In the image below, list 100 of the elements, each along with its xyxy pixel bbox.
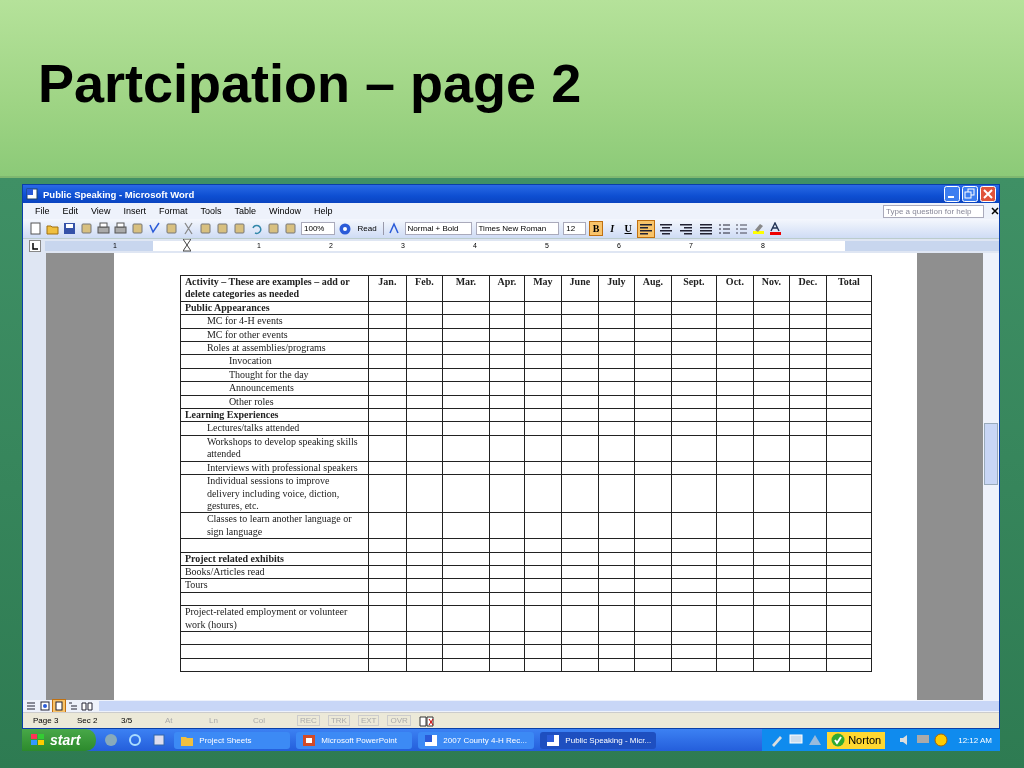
save-icon[interactable]: [63, 222, 76, 235]
table-cell: [789, 578, 827, 593]
norton-badge[interactable]: Norton: [827, 731, 886, 749]
table-cell: [716, 605, 754, 632]
table-cell: [524, 631, 562, 645]
document-icon: [546, 733, 561, 747]
font-size-dropdown[interactable]: 12: [563, 222, 587, 235]
read-button[interactable]: Read: [355, 224, 379, 233]
menu-item[interactable]: View: [91, 206, 111, 216]
table-cell: [524, 408, 562, 422]
outline-view-button[interactable]: [67, 700, 79, 712]
activity-cell: Project-related employment or volunteer work (hours): [180, 605, 369, 632]
normal-view-button[interactable]: [25, 700, 37, 712]
table-cell: [368, 578, 407, 593]
table-cell: [561, 658, 599, 672]
spell-icon[interactable]: [148, 222, 161, 235]
column-header: Dec.: [789, 275, 827, 302]
table-cell: [634, 381, 672, 396]
format-button[interactable]: U: [622, 222, 635, 235]
table-cell: [753, 368, 790, 382]
horizontal-scrollbar[interactable]: [99, 701, 999, 711]
table-cell: [406, 474, 443, 513]
table-cell: [789, 552, 827, 566]
table-cell: [524, 605, 562, 632]
taskbar-button[interactable]: Public Speaking - Micr...: [540, 731, 657, 749]
web-view-button[interactable]: [39, 700, 51, 712]
table-cell: [671, 341, 717, 355]
menu-item[interactable]: Tools: [200, 206, 222, 216]
indent-marker-icon[interactable]: [183, 239, 191, 253]
table-cell: [826, 395, 872, 409]
tab-stop-icon[interactable]: [29, 240, 41, 252]
menu-item[interactable]: File: [35, 206, 50, 216]
table-cell: [671, 658, 717, 672]
table-cell: [524, 658, 562, 672]
menu-item[interactable]: Insert: [123, 206, 146, 216]
vertical-scrollbar[interactable]: [983, 253, 999, 700]
bullet-list-icon[interactable]: [718, 222, 732, 235]
table-cell: [789, 421, 827, 436]
table-cell: [406, 395, 443, 409]
table-cell: [561, 435, 599, 462]
start-button[interactable]: start: [22, 729, 97, 751]
help-search-field[interactable]: Type a question for help: [883, 204, 984, 218]
table-cell: [489, 565, 525, 579]
menu-item[interactable]: Help: [313, 206, 333, 216]
table-cell: [598, 552, 635, 566]
table-cell: [406, 368, 443, 382]
font-dropdown[interactable]: Times New Roman: [475, 222, 560, 235]
activity-cell: Interviews with professional speakers: [180, 461, 369, 475]
table-cell: [489, 552, 525, 566]
table-cell: [598, 512, 635, 539]
align-left-button[interactable]: [638, 220, 655, 237]
table-cell: [442, 631, 490, 645]
table-cell: [753, 538, 790, 552]
activity-cell: Invocation: [180, 354, 369, 369]
close-icon[interactable]: [991, 207, 999, 215]
table-cell: [406, 461, 443, 475]
restore-button[interactable]: [962, 186, 978, 202]
table-cell: [524, 314, 562, 329]
book-icon: [418, 714, 435, 727]
print-icon[interactable]: [114, 222, 127, 235]
reading-view-button[interactable]: [81, 700, 93, 712]
table-cell: [789, 381, 827, 396]
table-cell: [524, 592, 562, 606]
activity-cell: Classes to learn another language or sign language: [180, 512, 369, 539]
style-dropdown[interactable]: Normal + Bold: [404, 222, 472, 235]
table-cell: [826, 578, 872, 593]
table-cell: [368, 461, 407, 475]
table-cell: [368, 381, 407, 396]
table-cell: [716, 552, 754, 566]
table-cell: [524, 328, 562, 342]
undo-icon[interactable]: [250, 222, 263, 235]
menu-item[interactable]: Edit: [62, 206, 79, 216]
menu-item[interactable]: Window: [268, 206, 301, 216]
table-cell: [561, 474, 599, 513]
table-cell: [826, 605, 872, 632]
table-cell: [716, 341, 754, 355]
table-cell: [406, 381, 443, 396]
open-icon[interactable]: [46, 222, 59, 235]
table-cell: [561, 538, 599, 552]
table-cell: [598, 408, 635, 422]
table-cell: [634, 368, 672, 382]
new-icon[interactable]: [29, 222, 42, 235]
table-cell: [753, 341, 790, 355]
format-button[interactable]: B: [590, 222, 603, 235]
cut-icon[interactable]: [182, 222, 195, 235]
print-icon[interactable]: [97, 222, 110, 235]
table-cell: [716, 538, 754, 552]
numbered-list-icon[interactable]: [735, 222, 749, 235]
minimize-button[interactable]: [944, 186, 960, 202]
menu-item[interactable]: Table: [234, 206, 256, 216]
table-cell: [671, 592, 717, 606]
format-button[interactable]: I: [606, 222, 619, 235]
print-view-button[interactable]: [53, 700, 65, 712]
table-cell: [368, 314, 407, 329]
zoom-dropdown[interactable]: 100%: [301, 222, 336, 235]
activity-cell: Announcements: [180, 381, 369, 396]
font-color-icon[interactable]: [769, 222, 783, 235]
close-button[interactable]: [980, 186, 996, 202]
table-cell: [442, 461, 490, 475]
menu-item[interactable]: Format: [158, 206, 188, 216]
